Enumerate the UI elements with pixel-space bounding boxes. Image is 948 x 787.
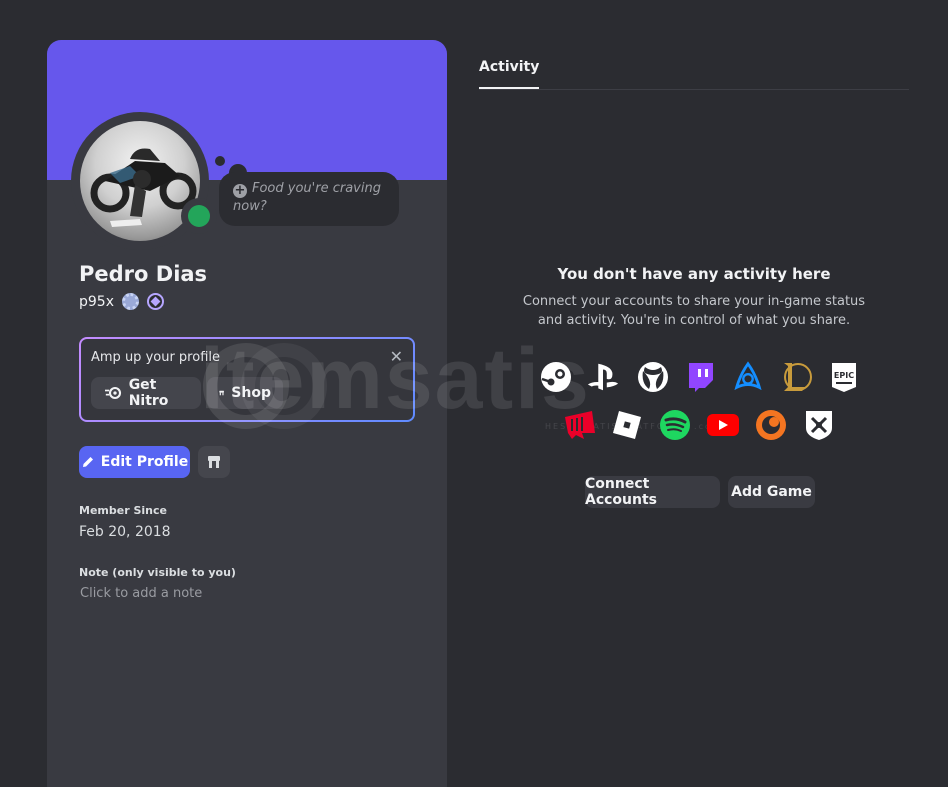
empty-desc-line1: Connect your accounts to share your in-g… [522,294,866,309]
league-of-legends-icon [779,360,813,394]
bubble-tail-small [215,156,225,166]
add-game-button[interactable]: Add Game [728,476,815,508]
edit-profile-label: Edit Profile [100,454,189,470]
status-bubble-text: Food you're craving now? [233,181,381,214]
note-label: Note (only visible to you) [79,566,236,579]
pencil-icon [82,457,93,467]
empty-activity-description: Connect your accounts to share your in-g… [479,292,909,330]
empty-activity-title: You don't have any activity here [557,265,831,283]
member-since-label: Member Since [79,504,167,517]
username: p95x [79,293,114,310]
get-nitro-label: Get Nitro [128,377,169,409]
online-status-indicator [181,198,217,234]
hypesquad-badge-icon[interactable] [122,293,139,310]
watermark-text: itemsatis [200,331,591,427]
crunchyroll-icon [754,408,788,442]
xbox-icon [636,360,670,394]
shop-icon [208,456,220,468]
bungie-icon [802,408,836,442]
display-name: Pedro Dias [79,262,208,286]
note-input[interactable]: Click to add a note [80,586,202,601]
spotify-icon [658,408,692,442]
battlenet-icon [731,360,765,394]
steam-icon [539,360,573,394]
add-status-icon: + [233,183,247,198]
youtube-icon [706,408,740,442]
shop-shortcut-button[interactable] [198,446,230,478]
tab-divider [479,89,909,90]
tab-activity[interactable]: Activity [479,59,540,89]
twitch-icon [684,360,718,394]
nitro-boost-badge-icon[interactable] [147,293,164,310]
riot-games-icon [562,408,596,442]
empty-desc-line2: and activity. You're in control of what … [537,313,851,328]
edit-profile-button[interactable]: Edit Profile [79,446,190,478]
username-row: p95x [79,293,164,310]
epic-games-icon: EPIC [827,360,861,394]
nitro-icon [105,386,122,400]
avatar-frame [71,112,217,250]
custom-status-bubble[interactable]: + Food you're craving now? [219,172,399,226]
member-since-value: Feb 20, 2018 [79,524,171,540]
roblox-icon [610,408,644,442]
playstation-icon [586,360,620,394]
svg-text:EPIC: EPIC [834,371,854,380]
get-nitro-button[interactable]: Get Nitro [91,377,201,409]
connect-accounts-button[interactable]: Connect Accounts [585,476,720,508]
